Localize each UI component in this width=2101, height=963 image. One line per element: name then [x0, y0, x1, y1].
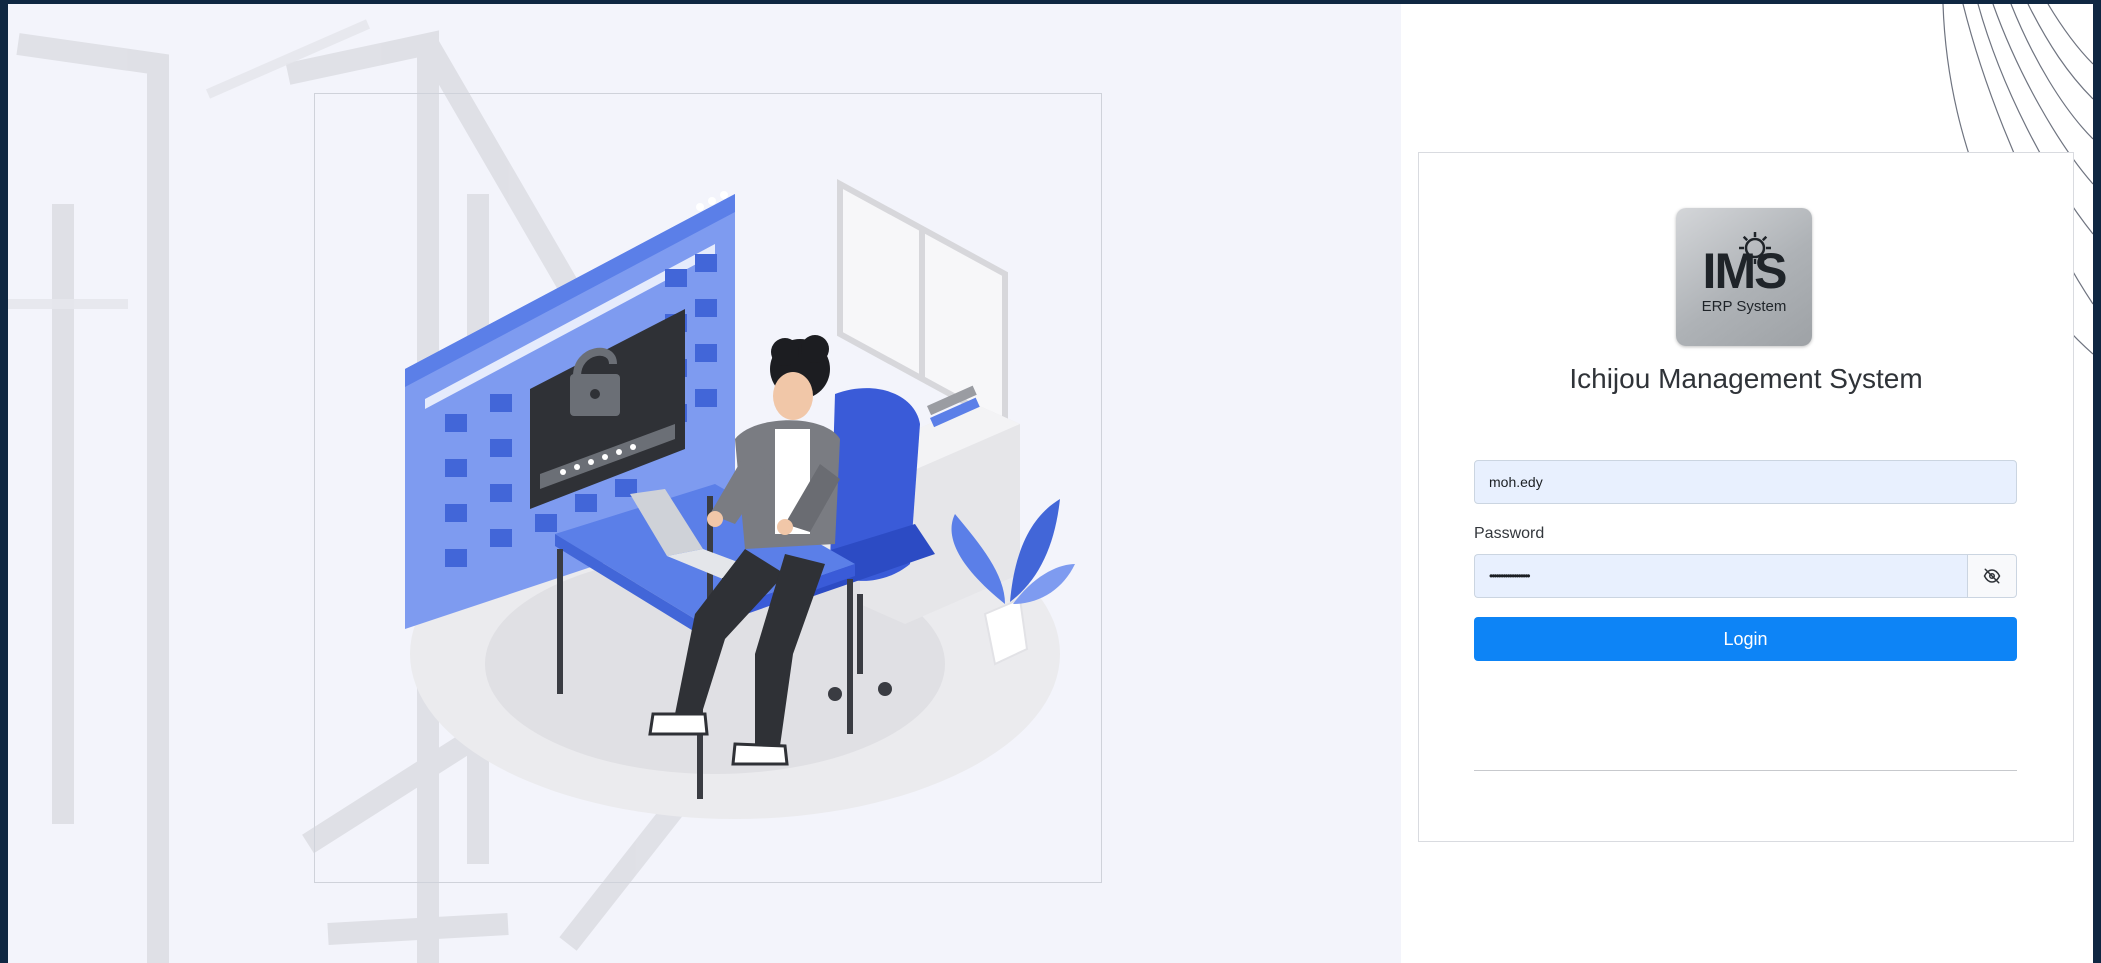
login-panel: IMS ERP System Ichijou Management System…	[1401, 4, 2093, 963]
divider	[1474, 770, 2017, 771]
person-at-desk-illustration	[405, 178, 1075, 819]
logo-mark: IMS	[1702, 243, 1788, 299]
password-input[interactable]	[1474, 554, 1967, 598]
logo-subtitle: ERP System	[1701, 298, 1787, 315]
eye-slash-icon	[1983, 568, 2001, 584]
login-page: IMS ERP System Ichijou Management System…	[8, 4, 2093, 963]
password-group	[1474, 554, 2017, 598]
login-button[interactable]: Login	[1474, 617, 2017, 661]
password-label: Password	[1474, 525, 1545, 542]
login-card: IMS ERP System Ichijou Management System…	[1418, 152, 2074, 842]
security-illustration	[314, 93, 1102, 883]
ims-logo: IMS ERP System	[1676, 208, 1812, 346]
app-title: Ichijou Management System	[1569, 363, 1923, 394]
illustration-panel	[8, 4, 1401, 963]
username-input[interactable]	[1474, 460, 2017, 504]
password-visibility-toggle[interactable]	[1967, 554, 2017, 598]
